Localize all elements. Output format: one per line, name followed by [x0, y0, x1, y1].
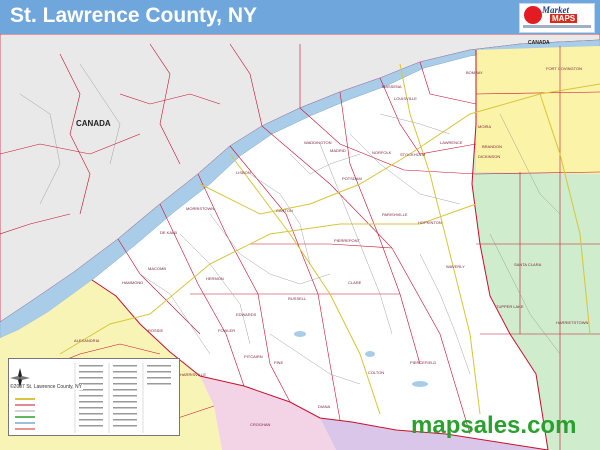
town-label: CLARE [348, 280, 362, 285]
canada-label-top: CANADA [528, 40, 550, 46]
legend-entries [79, 365, 171, 427]
legend-table [15, 363, 171, 433]
town-label: EDWARDS [236, 312, 257, 317]
compass-rose-icon [10, 368, 30, 388]
logo-word-maps: MAPS [550, 14, 578, 23]
mapsales-brand[interactable]: mapsales.com [411, 412, 576, 440]
town-label: LISBON [236, 170, 251, 175]
town-label: SANTA CLARA [514, 262, 542, 267]
town-label: HOPKINTON [418, 220, 442, 225]
town-label: FINE [274, 360, 283, 365]
town-label: WADDINGTON [304, 140, 332, 145]
town-label: HERMON [206, 276, 224, 281]
town-label: MOIRA [478, 124, 491, 129]
town-label: MADRID [330, 148, 346, 153]
page-title: St. Lawrence County, NY [10, 4, 257, 27]
town-label: BRANDON [482, 144, 502, 149]
town-label: LOUISVILLE [394, 96, 417, 101]
town-label: DE KALB [160, 230, 177, 235]
town-label: MACOMB [148, 266, 166, 271]
town-label: POTSDAM [342, 176, 362, 181]
town-label: LAWRENCE [440, 140, 463, 145]
town-label: DICKINSON [478, 154, 500, 159]
map-legend [8, 358, 180, 436]
town-label: FORT COVINGTON [546, 66, 582, 71]
town-label: CANTON [276, 208, 293, 213]
canada-label: CANADA [76, 119, 111, 128]
town-label: PIERREPONT [334, 238, 361, 243]
town-label: DIANA [318, 404, 331, 409]
map-frame: St. Lawrence County, NY Market MAPS CANA… [0, 0, 600, 450]
town-label: TUPPER LAKE [496, 304, 524, 309]
town-label: COLTON [368, 370, 384, 375]
lake-4 [412, 381, 428, 387]
town-label: HARRISVILLE [180, 372, 206, 377]
town-label: RUSSELL [288, 296, 307, 301]
town-label: WAVERLY [446, 264, 465, 269]
market-maps-logo[interactable]: Market MAPS [519, 3, 595, 33]
logo-badge-icon [524, 6, 542, 24]
legend-rows [74, 363, 144, 433]
town-label: FOWLER [218, 328, 235, 333]
town-label: ALEXANDRIA [74, 338, 100, 343]
town-label: MORRISTOWN [186, 206, 214, 211]
town-label: CROGHAN [250, 422, 271, 427]
logo-tagline-bar [523, 25, 591, 28]
town-label: HAMMOND [122, 280, 143, 285]
lake-5 [365, 351, 375, 357]
town-label: NORFOLK [372, 150, 392, 155]
town-label: PIERCEFIELD [410, 360, 436, 365]
town-label: BOMBAY [466, 70, 483, 75]
lake-3 [294, 331, 306, 337]
title-bar: St. Lawrence County, NY Market MAPS [0, 0, 600, 34]
town-label: MASSENA [382, 84, 402, 89]
legend-symbols [15, 398, 35, 430]
town-label: PITCAIRN [244, 354, 263, 359]
town-label: HARRIETSTOWN [556, 320, 588, 325]
town-label: PARISHVILLE [382, 212, 408, 217]
town-label: ROSSIE [148, 328, 163, 333]
town-label: STOCKHOLM [400, 152, 425, 157]
